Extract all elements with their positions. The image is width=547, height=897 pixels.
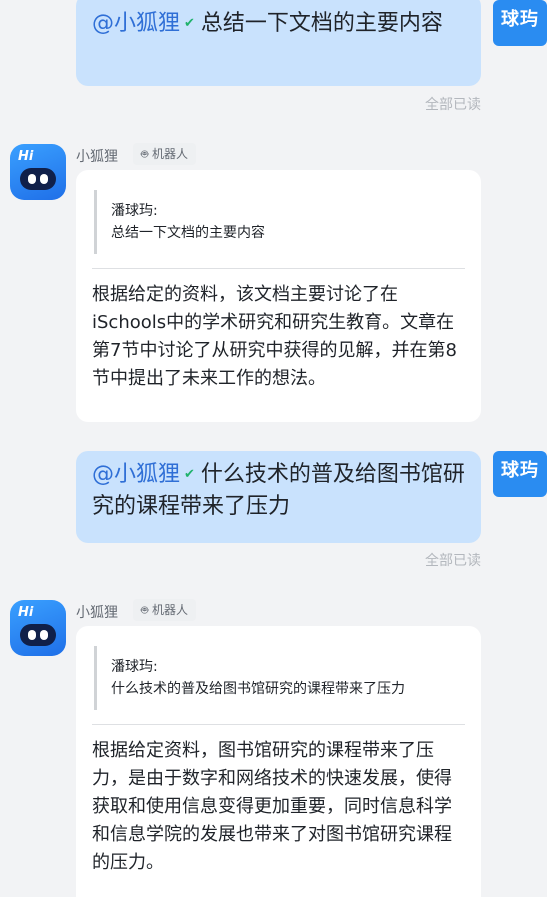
user-avatar[interactable]: 球玙 — [493, 451, 547, 497]
user-message-bubble[interactable]: @小狐狸 ✔ 总结一下文档的主要内容 — [76, 0, 481, 86]
quoted-message[interactable]: 潘球玙: 什么技术的普及给图书馆研究的课程带来了压力 — [94, 646, 465, 710]
bot-avatar[interactable]: Hi — [10, 600, 66, 656]
bot-face-icon — [20, 168, 56, 190]
bot-avatar[interactable]: Hi — [10, 144, 66, 200]
quote-text: 什么技术的普及给图书馆研究的课程带来了压力 — [111, 681, 405, 697]
bot-tag: 🤖︎ 机器人 — [133, 143, 197, 165]
quoted-message[interactable]: 潘球玙: 总结一下文档的主要内容 — [94, 190, 465, 254]
bot-mention[interactable]: @小狐狸 — [92, 11, 180, 36]
divider — [92, 268, 465, 269]
bot-answer: 根据给定资料，图书馆研究的课程带来了压力，是由于数字和网络技术的快速发展，使得获… — [92, 740, 452, 873]
robot-icon: 🤖︎ — [141, 147, 149, 161]
verified-check-icon: ✔ — [184, 467, 195, 482]
bot-avatar-hi: Hi — [18, 149, 34, 164]
quote-author: 潘球玙: — [111, 203, 158, 219]
bot-mention[interactable]: @小狐狸 — [92, 462, 180, 487]
bot-avatar-hi: Hi — [18, 605, 34, 620]
bot-tag: 🤖︎ 机器人 — [133, 599, 197, 621]
bot-name: 小狐狸 — [76, 149, 118, 165]
user-message-bubble[interactable]: @小狐狸 ✔ 什么技术的普及给图书馆研究的课程带来了压力 — [76, 451, 481, 543]
divider — [92, 724, 465, 725]
user-avatar[interactable]: 球玙 — [493, 0, 547, 46]
user-message-text: 总结一下文档的主要内容 — [200, 11, 443, 36]
verified-check-icon: ✔ — [184, 16, 195, 31]
read-status[interactable]: 全部已读 — [425, 550, 481, 570]
quote-text: 总结一下文档的主要内容 — [111, 225, 265, 241]
bot-face-icon — [20, 624, 56, 646]
robot-icon: 🤖︎ — [141, 603, 149, 617]
read-status[interactable]: 全部已读 — [425, 94, 481, 114]
bot-reply-card[interactable]: 潘球玙: 总结一下文档的主要内容 根据给定的资料，该文档主要讨论了在iSchoo… — [76, 170, 481, 422]
quote-author: 潘球玙: — [111, 659, 158, 675]
bot-reply-card[interactable]: 潘球玙: 什么技术的普及给图书馆研究的课程带来了压力 根据给定资料，图书馆研究的… — [76, 626, 481, 897]
bot-name: 小狐狸 — [76, 605, 118, 621]
bot-answer: 根据给定的资料，该文档主要讨论了在iSchools中的学术研究和研究生教育。文章… — [92, 284, 457, 389]
